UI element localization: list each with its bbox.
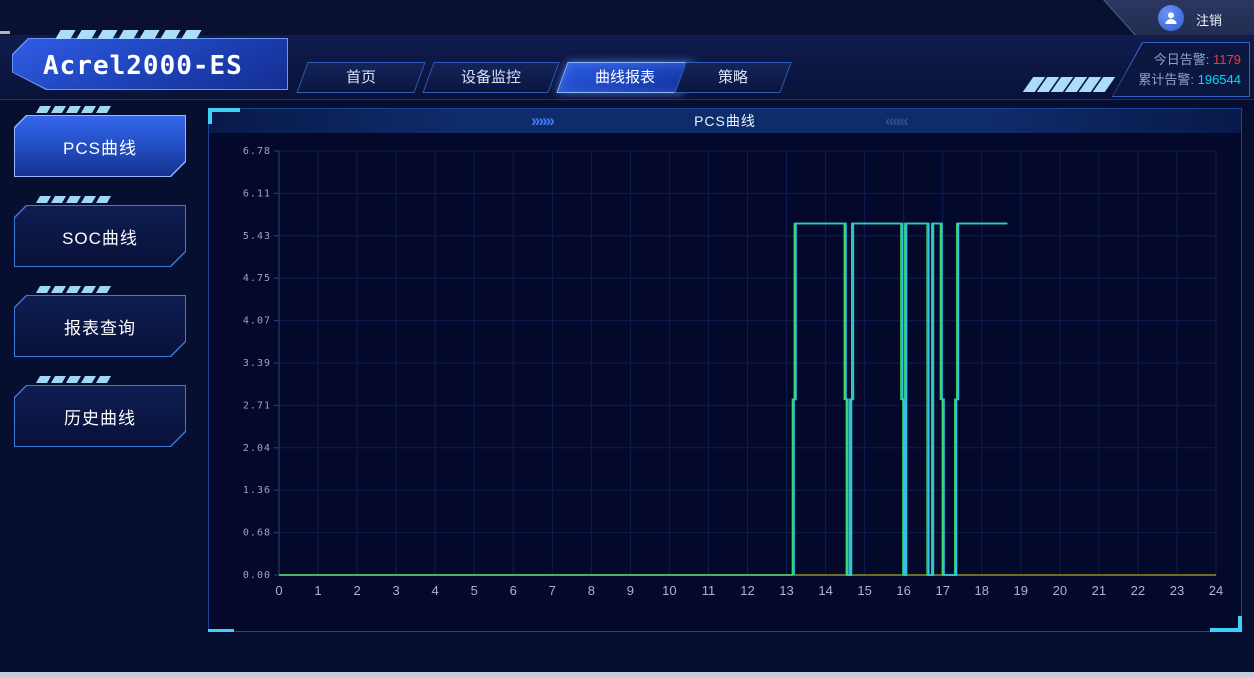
corner-accent-top-left <box>208 108 240 112</box>
series-pcs-green <box>279 224 1006 576</box>
chart-panel: PCS曲线 ›››››› ‹‹‹‹‹‹ 0.00 0.68 1.36 2.04 2.71… <box>208 108 1242 632</box>
user-avatar[interactable] <box>1158 5 1184 31</box>
logo-stripes-icon <box>58 30 205 39</box>
x-tick-label: 12 <box>740 583 754 598</box>
x-tick-label: 7 <box>549 583 556 598</box>
tab-label: 设备监控 <box>429 63 553 92</box>
x-tick-label: 10 <box>662 583 676 598</box>
y-tick-label: 6.78 <box>243 146 271 157</box>
hazard-stripes-icon <box>1028 77 1112 92</box>
x-tick-label: 1 <box>314 583 321 598</box>
sidebar-item-report-query[interactable]: 报表查询 <box>14 295 186 357</box>
x-tick-label: 21 <box>1092 583 1106 598</box>
logo-plaque: Acrel2000-ES <box>12 38 288 90</box>
total-alarm-value: 196544 <box>1198 72 1241 87</box>
corner-mark <box>0 31 10 34</box>
x-tick-label: 22 <box>1131 583 1145 598</box>
button-stripes-icon <box>38 376 113 383</box>
pcs-curve-chart: 0.00 0.68 1.36 2.04 2.71 3.39 4.07 4.75 5.43 6.11… <box>209 133 1241 629</box>
sidebar-item-label: 历史曲线 <box>64 404 136 429</box>
sidebar-item-label: 报表查询 <box>64 314 136 339</box>
x-tick-label: 0 <box>275 583 282 598</box>
y-tick-label: 2.04 <box>243 443 271 454</box>
x-tick-label: 17 <box>935 583 949 598</box>
today-alarm-value: 1179 <box>1213 52 1241 67</box>
y-tick-label: 3.39 <box>243 358 271 369</box>
tab-label: 曲线报表 <box>563 63 687 92</box>
x-tick-label: 5 <box>471 583 478 598</box>
y-tick-label: 2.71 <box>243 400 271 411</box>
x-tick-label: 23 <box>1170 583 1184 598</box>
button-stripes-icon <box>38 286 113 293</box>
chart-header: PCS曲线 ›››››› ‹‹‹‹‹‹ <box>209 109 1241 133</box>
tab-curve-report[interactable]: 曲线报表 <box>556 62 693 93</box>
tab-label: 策略 <box>681 63 785 92</box>
button-stripes-icon <box>38 106 113 113</box>
total-alarm-label: 累计告警: <box>1138 72 1194 87</box>
logout-button[interactable]: 注销 <box>1196 10 1222 29</box>
tab-strategy[interactable]: 策略 <box>674 62 791 93</box>
chevrons-left-icon: ‹‹‹‹‹‹ <box>885 109 907 133</box>
y-tick-label: 5.43 <box>243 231 271 242</box>
x-tick-label: 20 <box>1053 583 1067 598</box>
app-logo: Acrel2000-ES <box>43 39 283 91</box>
x-tick-label: 13 <box>779 583 793 598</box>
y-tick-label: 0.68 <box>243 528 271 539</box>
y-tick-label: 4.07 <box>243 316 271 327</box>
x-tick-label: 16 <box>896 583 910 598</box>
tab-device-monitor[interactable]: 设备监控 <box>422 62 559 93</box>
corner-accent-bottom-right <box>1238 616 1242 632</box>
button-stripes-icon <box>38 196 113 203</box>
x-tick-label: 11 <box>702 583 716 598</box>
sidebar-item-soc-curve[interactable]: SOC曲线 <box>14 205 186 267</box>
x-tick-label: 14 <box>818 583 832 598</box>
footer-strip <box>0 672 1254 677</box>
sidebar-item-label: PCS曲线 <box>63 134 137 159</box>
tab-label: 首页 <box>303 63 419 92</box>
sidebar-item-label: SOC曲线 <box>62 224 138 249</box>
y-tick-label: 4.75 <box>243 273 271 284</box>
y-tick-label: 6.11 <box>243 188 271 199</box>
x-tick-label: 6 <box>510 583 517 598</box>
x-tick-label: 9 <box>627 583 634 598</box>
x-tick-label: 15 <box>857 583 871 598</box>
today-alarm-label: 今日告警: <box>1154 52 1210 67</box>
user-icon <box>1163 10 1179 26</box>
x-tick-label: 4 <box>432 583 439 598</box>
total-alarm-row: 累计告警: 196544 <box>1113 70 1241 90</box>
corner-accent-bottom-left <box>208 629 234 632</box>
x-tick-label: 24 <box>1209 583 1223 598</box>
x-tick-label: 8 <box>588 583 595 598</box>
x-tick-label: 2 <box>353 583 360 598</box>
y-tick-label: 1.36 <box>243 485 271 496</box>
x-tick-label: 18 <box>975 583 989 598</box>
sidebar-item-history-curve[interactable]: 历史曲线 <box>14 385 186 447</box>
tab-home[interactable]: 首页 <box>296 62 425 93</box>
sidebar-item-pcs-curve[interactable]: PCS曲线 <box>14 115 186 177</box>
chevrons-right-icon: ›››››› <box>531 109 553 133</box>
page-background: 注销 Acrel2000-ES 首页 设备监控 曲线报表 策略 今日告警: 11… <box>0 0 1254 677</box>
corner-accent-top-left <box>208 108 212 124</box>
x-tick-label: 19 <box>1014 583 1028 598</box>
y-tick-label: 0.00 <box>243 570 271 581</box>
chart-title: PCS曲线 <box>209 109 1241 133</box>
x-tick-label: 3 <box>393 583 400 598</box>
